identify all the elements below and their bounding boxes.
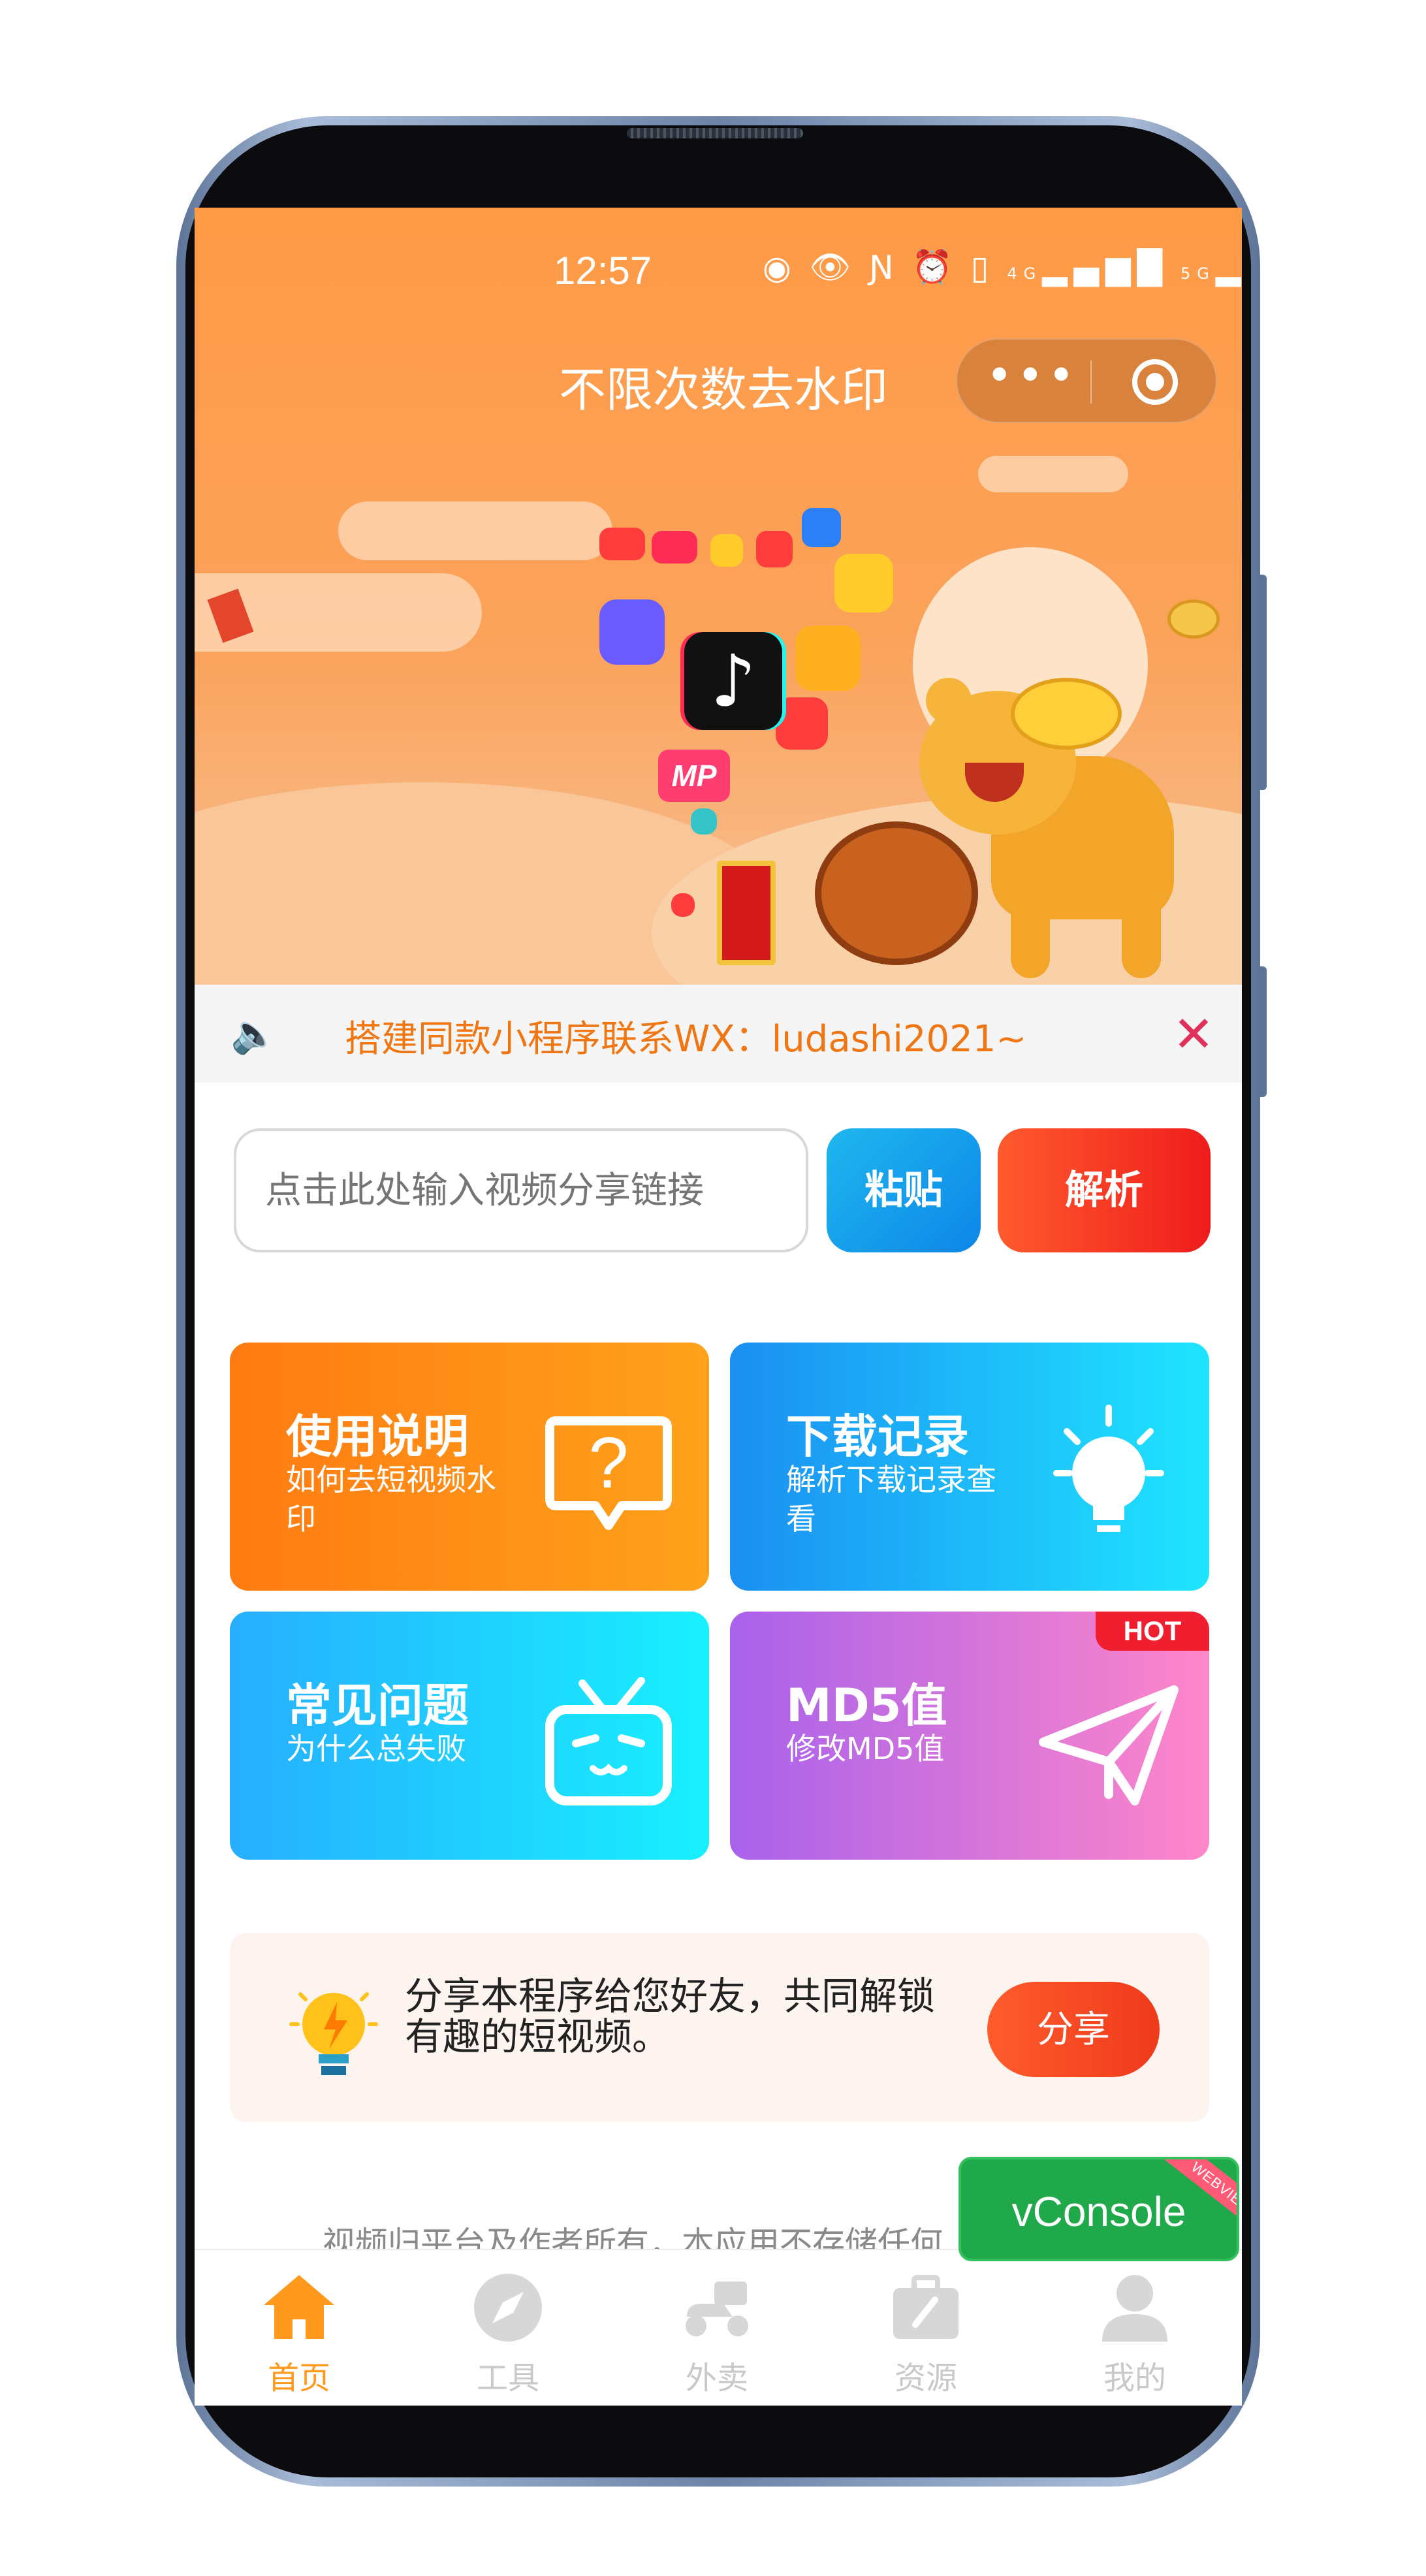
signal-4g-icon: 4G▂▄▆█ bbox=[1007, 248, 1169, 287]
status-icons: ◉ 👁 Ɲ ⏰ ▯ 4G▂▄▆█ 5G▂▄▆█ 69 bbox=[763, 248, 1242, 287]
tab-label: 首页 bbox=[267, 2360, 330, 2396]
app-tile bbox=[652, 531, 697, 564]
hot-badge: HOT bbox=[1096, 1612, 1209, 1651]
tab-resources[interactable]: 资源 bbox=[821, 2250, 1030, 2406]
app-tile bbox=[710, 534, 743, 567]
volume-button bbox=[1258, 575, 1267, 790]
phone-screen: 12:57 ◉ 👁 Ɲ ⏰ ▯ 4G▂▄▆█ 5G▂▄▆█ 69 不限次数去水印… bbox=[195, 208, 1242, 2406]
toolbox-icon bbox=[893, 2275, 959, 2339]
page-title: 不限次数去水印 bbox=[559, 362, 889, 417]
card-title: 下载记录 bbox=[786, 1410, 969, 1463]
tab-label: 外卖 bbox=[685, 2360, 748, 2396]
hd-icon: ◉ bbox=[763, 248, 798, 287]
paste-button[interactable]: 粘贴 bbox=[827, 1128, 981, 1252]
status-bar: 12:57 ◉ 👁 Ɲ ⏰ ▯ 4G▂▄▆█ 5G▂▄▆█ 69 bbox=[195, 247, 1242, 299]
card-title: 常见问题 bbox=[286, 1679, 469, 1732]
share-text: 分享本程序给您好友，共同解锁有趣的短视频。 bbox=[405, 1974, 936, 2059]
tab-tools[interactable]: 工具 bbox=[404, 2250, 612, 2406]
tab-label: 工具 bbox=[476, 2360, 539, 2396]
app-tile bbox=[802, 508, 841, 547]
paper-plane-icon bbox=[1039, 1685, 1179, 1805]
app-tile bbox=[691, 808, 717, 835]
notice-text: 搭建同款小程序联系WX：ludashi2021~ bbox=[345, 1018, 1027, 1060]
parse-button[interactable]: 解析 bbox=[998, 1128, 1211, 1252]
scooter-icon bbox=[686, 2282, 748, 2336]
more-menu-button[interactable]: ••• bbox=[986, 353, 1077, 405]
card-title: 使用说明 bbox=[286, 1410, 469, 1463]
bottom-tab-bar: 首页 工具 外卖 资源 我的 bbox=[195, 2249, 1242, 2406]
coin-decoration bbox=[1167, 599, 1220, 639]
close-icon[interactable]: ✕ bbox=[1167, 1008, 1220, 1060]
app-tile bbox=[671, 893, 695, 917]
close-miniprogram-button[interactable] bbox=[1132, 359, 1178, 405]
app-tile bbox=[756, 531, 793, 567]
card-subtitle: 为什么总失败 bbox=[286, 1731, 466, 1766]
nfc-icon: Ɲ bbox=[869, 248, 900, 287]
speaker-icon: 🔈 bbox=[230, 1011, 278, 1056]
tab-profile[interactable]: 我的 bbox=[1030, 2250, 1239, 2406]
gold-ingot-illustration bbox=[1011, 678, 1122, 750]
card-subtitle: 修改MD5值 bbox=[786, 1731, 945, 1766]
tab-takeout[interactable]: 外卖 bbox=[612, 2250, 821, 2406]
card-subtitle: 如何去短视频水印 bbox=[286, 1462, 496, 1536]
home-icon bbox=[264, 2275, 334, 2339]
user-icon bbox=[1102, 2275, 1167, 2342]
notice-bar: 🔈 搭建同款小程序联系WX：ludashi2021~ ✕ bbox=[195, 985, 1242, 1083]
mp-icon: MP bbox=[658, 750, 730, 802]
power-button bbox=[1258, 966, 1267, 1097]
card-usage-guide[interactable]: 使用说明 如何去短视频水印 ? bbox=[230, 1343, 709, 1591]
firecracker-illustration bbox=[717, 861, 776, 965]
video-link-input[interactable] bbox=[234, 1128, 808, 1252]
miniprogram-capsule: ••• bbox=[956, 338, 1217, 423]
card-md5[interactable]: HOT MD5值 修改MD5值 bbox=[730, 1612, 1209, 1860]
tab-label: 资源 bbox=[894, 2360, 957, 2396]
capsule-divider bbox=[1090, 360, 1092, 404]
tab-label: 我的 bbox=[1103, 2360, 1166, 2396]
tiktok-icon: ♪ bbox=[684, 632, 782, 730]
compass-icon bbox=[474, 2274, 542, 2342]
vibrate-icon: ▯ bbox=[970, 248, 996, 287]
svg-text:?: ? bbox=[588, 1423, 628, 1503]
app-tile bbox=[834, 554, 893, 612]
eye-icon: 👁 bbox=[809, 248, 858, 286]
card-download-history[interactable]: 下载记录 解析下载记录查看 bbox=[730, 1343, 1209, 1591]
vconsole-label: vConsole bbox=[1011, 2188, 1186, 2235]
vconsole-button[interactable]: vConsole WEBVIEW bbox=[959, 2157, 1239, 2261]
app-tile bbox=[795, 626, 861, 691]
app-tile bbox=[776, 697, 828, 750]
cloud-decoration bbox=[978, 456, 1128, 492]
tv-face-icon bbox=[545, 1677, 672, 1805]
card-faq[interactable]: 常见问题 为什么总失败 bbox=[230, 1612, 709, 1860]
share-button[interactable]: 分享 bbox=[987, 1982, 1160, 2077]
app-tile bbox=[599, 528, 645, 560]
earpiece-speaker bbox=[627, 128, 803, 138]
share-banner: 分享本程序给您好友，共同解锁有趣的短视频。 分享 bbox=[230, 1933, 1209, 2122]
card-title: MD5值 bbox=[786, 1679, 947, 1732]
header-banner: 12:57 ◉ 👁 Ɲ ⏰ ▯ 4G▂▄▆█ 5G▂▄▆█ 69 不限次数去水印… bbox=[195, 208, 1242, 985]
alarm-icon: ⏰ bbox=[911, 248, 959, 286]
lightbulb-icon bbox=[1053, 1405, 1164, 1532]
status-time: 12:57 bbox=[554, 249, 652, 293]
lightbulb-idea-icon bbox=[289, 1992, 378, 2075]
card-subtitle: 解析下载记录查看 bbox=[786, 1462, 996, 1536]
tab-home[interactable]: 首页 bbox=[195, 2250, 404, 2406]
app-tile bbox=[599, 599, 665, 665]
signal-5g-icon: 5G▂▄▆█ bbox=[1180, 248, 1242, 287]
question-bubble-icon: ? bbox=[545, 1416, 672, 1530]
